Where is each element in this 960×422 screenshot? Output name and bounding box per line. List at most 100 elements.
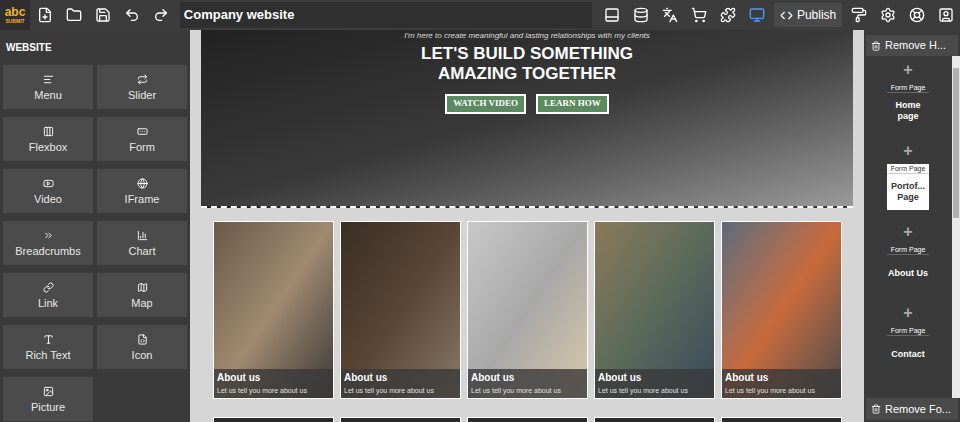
page-type: Form Page [887,326,929,336]
trash-icon [871,404,881,414]
card-text: Let us tell you more about us [217,386,330,395]
settings[interactable] [873,0,902,30]
widget-icon [43,178,54,189]
widget-icon [43,334,54,345]
card-title: About us [471,372,584,383]
scrollbar-thumb[interactable] [953,68,959,218]
page-item[interactable]: Form PageContact [887,326,929,372]
undo[interactable] [118,0,147,30]
hero-button[interactable]: WATCH VIDEO [445,94,526,114]
widget-button[interactable]: Icon [97,325,187,369]
desktop-tool[interactable] [743,0,772,30]
new-file-icon [37,7,53,23]
widget-button[interactable]: Menu [3,65,93,109]
card-title: About us [217,372,330,383]
page-item[interactable]: Form PageHome page [887,83,929,129]
page-type: Form Page [887,245,929,255]
widget-icon [43,386,54,397]
account[interactable] [931,0,960,30]
open-folder[interactable] [60,0,89,30]
widget-button[interactable]: Breadcrumbs [3,221,93,265]
remove-bottom-button[interactable]: Remove Fo... [866,398,958,420]
desktop-tool-icon [749,7,765,23]
help[interactable] [902,0,931,30]
card-caption: About us Let us tell you more about us [214,369,333,398]
widget-button[interactable]: Rich Text [3,325,93,369]
card[interactable]: About usLet us tell you more about us [721,221,842,399]
card[interactable]: About us Let us tell you more about us [594,221,715,399]
page-type: Form Page [887,83,929,93]
card-caption: About usLet us tell you more about us [468,369,587,398]
new-file[interactable] [31,0,60,30]
plugins-tool[interactable] [714,0,743,30]
widget-button[interactable]: Video [3,169,93,213]
widget-icon [43,282,54,293]
widget-button[interactable]: Map [97,273,187,317]
logo[interactable]: abcSUBMIT [0,0,30,30]
card-caption: About usLet us tell you more about us [722,369,841,398]
card[interactable]: About us Let us tell you more about us [213,221,334,399]
page-name: Portof... Page [887,174,929,210]
save[interactable] [89,0,118,30]
widget-button[interactable]: Picture [3,377,93,421]
add-page-button[interactable]: + [903,141,912,161]
cart-tool[interactable] [685,0,714,30]
card-text: Let us tell you more about us [725,386,838,395]
add-page-button[interactable]: + [903,222,912,242]
save-icon [95,7,111,23]
remove-top-button[interactable]: Remove H... [866,35,958,56]
widget-button[interactable]: Flexbox [3,117,93,161]
page-entry: + Form PageHome page [887,60,929,141]
hero-section[interactable]: I'm here to create meaningful and lastin… [201,30,853,208]
widget-button[interactable]: Slider [97,65,187,109]
title-text: Company website [184,5,295,25]
card-text: Let us tell you more about us [598,386,711,395]
sidebar-header: WEBSITE [0,30,190,65]
widget-icon [137,74,148,85]
widget-icon [43,126,54,137]
code-icon [780,9,793,22]
widget-button[interactable]: IFrame [97,169,187,213]
card-peek [721,417,842,422]
page-entry: + Form PagePortof... Page [887,141,929,222]
database-tool-icon [633,7,649,23]
page-item[interactable]: Form PagePortof... Page [887,164,929,210]
page-name: Home page [887,93,929,129]
layout-tool[interactable] [598,0,627,30]
logo-top: abc [5,6,26,18]
page-item[interactable]: Form PageAbout Us [887,245,929,291]
card[interactable]: About usLet us tell you more about us [340,221,461,399]
redo-icon [153,7,169,23]
widget-button[interactable]: Link [3,273,93,317]
title-input[interactable]: Company website [180,2,592,28]
translate-tool[interactable] [656,0,685,30]
card-peek [594,417,715,422]
widget-button[interactable]: Form [97,117,187,161]
add-page-button[interactable]: + [903,60,912,80]
redo[interactable] [147,0,176,30]
hero-button[interactable]: LEARN HOW [536,94,609,114]
page-name: Contact [887,336,929,372]
widget-icon [43,230,54,241]
card[interactable]: About usLet us tell you more about us [467,221,588,399]
publish-button[interactable]: Publish [774,3,842,27]
scrollbar[interactable] [952,56,960,398]
card-peek [340,417,461,422]
undo-icon [124,7,140,23]
add-page-button[interactable]: + [903,303,912,323]
widget-icon [137,230,148,241]
toolbar: abcSUBMIT Company website Publish [0,0,960,30]
widget-button[interactable]: Chart [97,221,187,265]
main: WEBSITEMenuSliderFlexboxFormVideoIFrameB… [0,30,960,422]
style[interactable] [844,0,873,30]
open-folder-icon [66,7,82,23]
page-entry: + Form PageAbout Us [887,222,929,303]
card-title: About us [344,372,457,383]
database-tool[interactable] [627,0,656,30]
pages-panel: Remove H...+Form PageHome page+Form Page… [864,30,960,422]
page-name: About Us [887,255,929,291]
style-icon [851,7,867,23]
cart-tool-icon [691,7,707,23]
widget-icon [137,282,148,293]
card-title: About us [598,372,711,383]
